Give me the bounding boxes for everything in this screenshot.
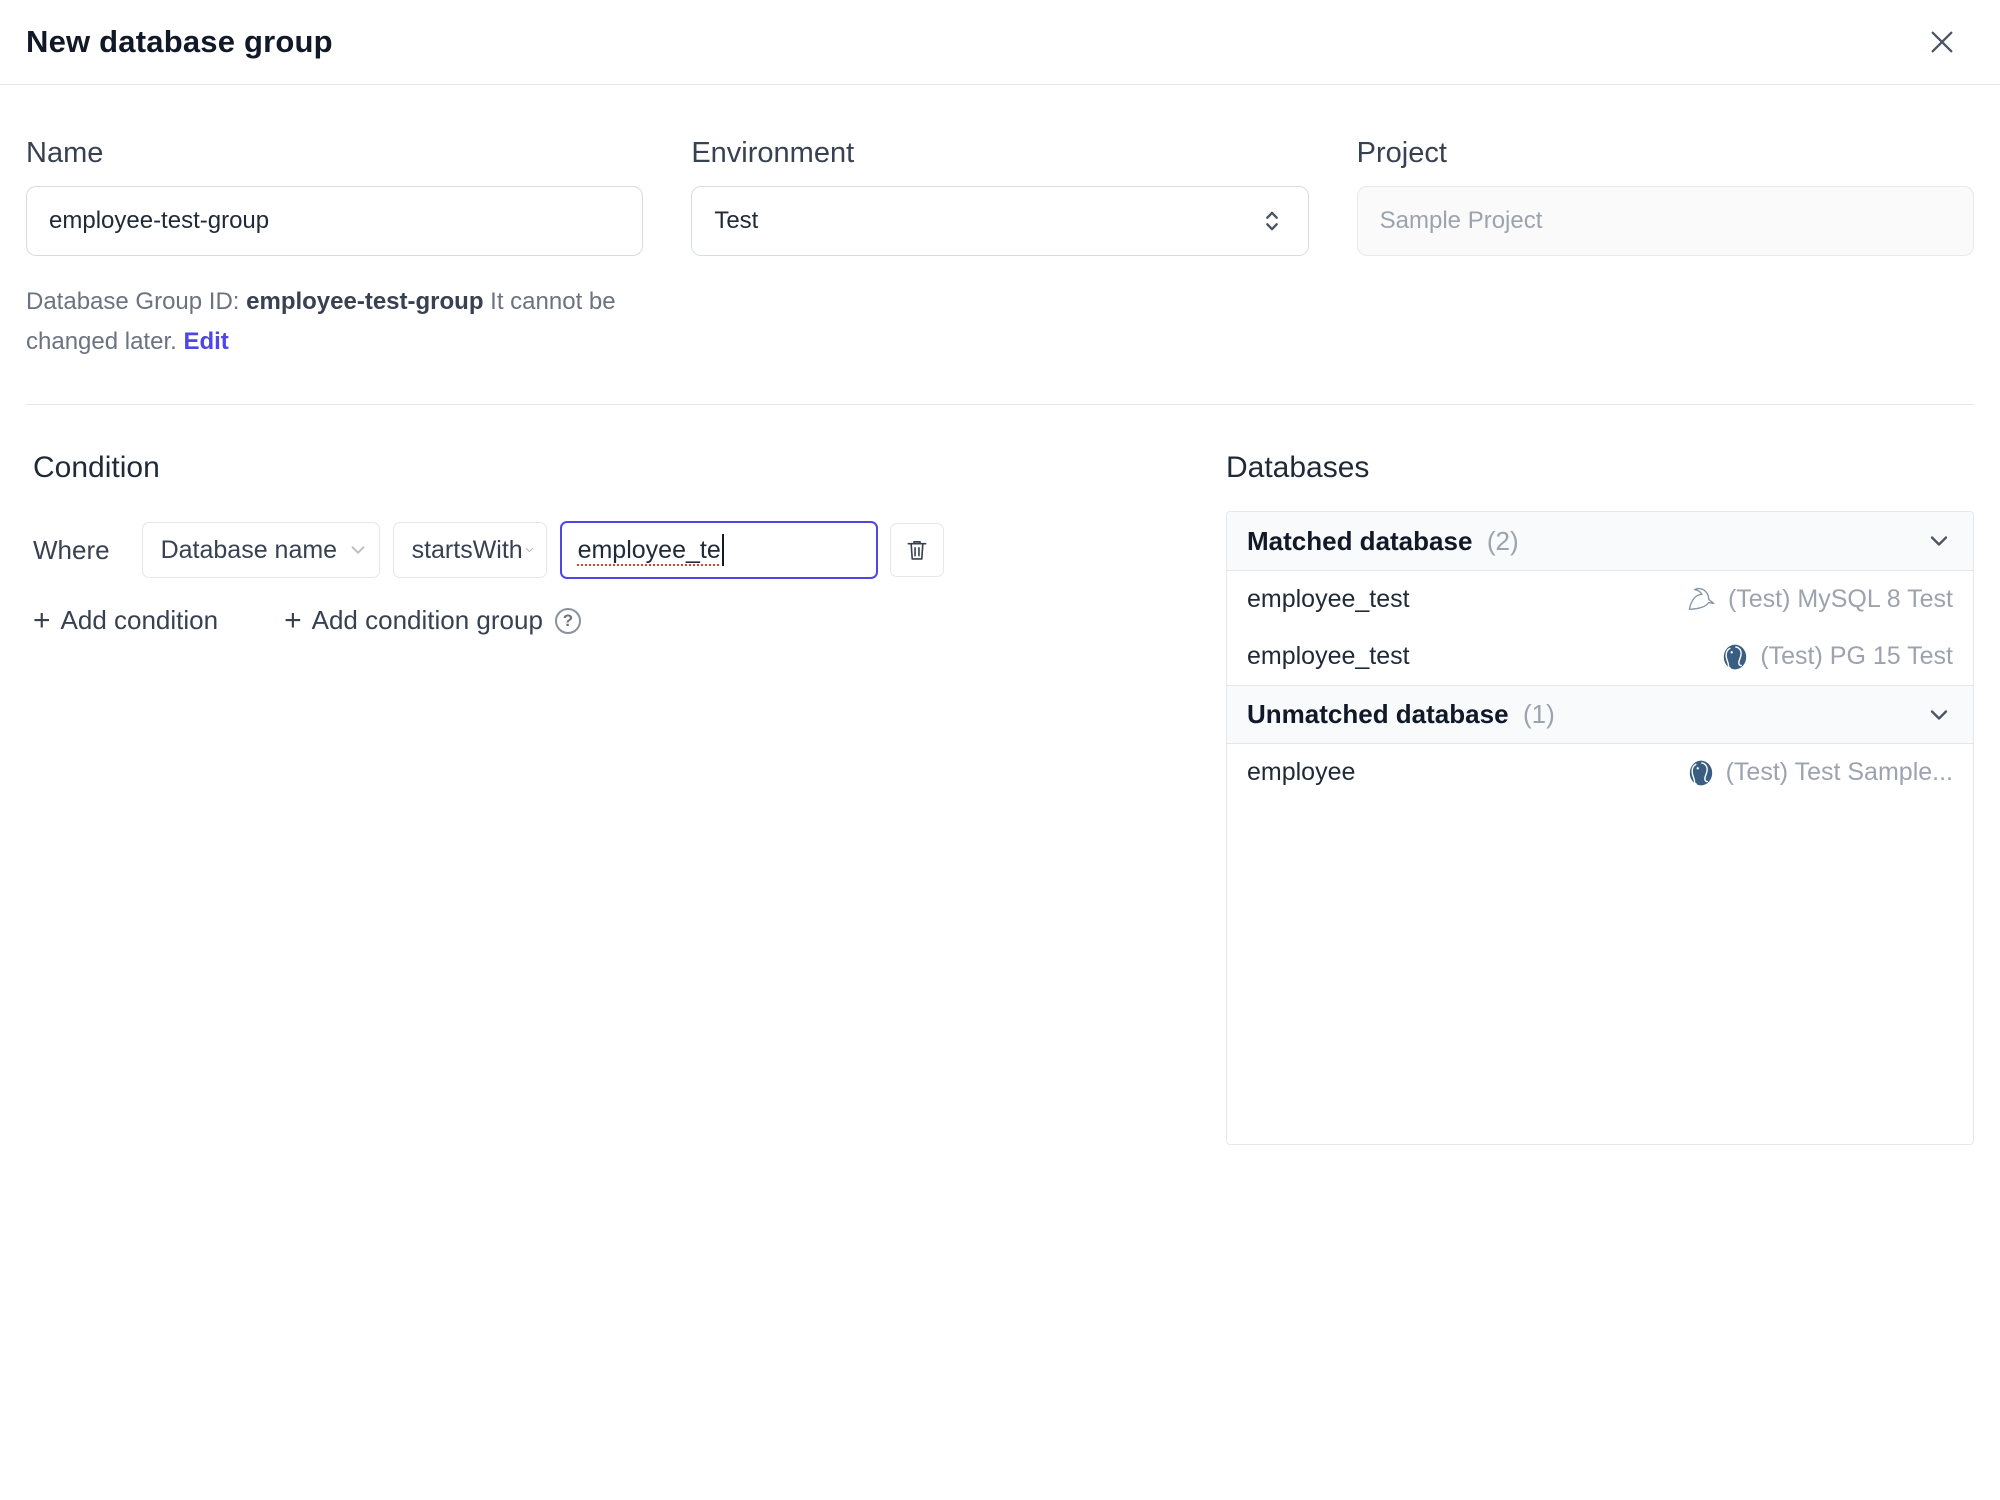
close-icon bbox=[1931, 31, 1953, 53]
group-id-prefix: Database Group ID: bbox=[26, 288, 240, 315]
condition-value-text: employee_te bbox=[577, 535, 721, 564]
chevron-down-icon bbox=[1930, 536, 1948, 546]
project-label: Project bbox=[1356, 137, 1447, 169]
delete-condition-button[interactable] bbox=[889, 523, 944, 577]
postgres-icon bbox=[1724, 644, 1747, 669]
add-condition-button[interactable]: + Add condition bbox=[33, 605, 218, 636]
plus-icon: + bbox=[284, 603, 302, 637]
condition-factor-select[interactable]: Database name bbox=[141, 522, 380, 578]
condition-actions: + Add condition + Add condition group ? bbox=[33, 605, 1186, 636]
divider bbox=[26, 404, 1974, 405]
page-title: New database group bbox=[26, 24, 333, 59]
databases-section: Databases Matched database (2) employee_… bbox=[1226, 451, 1974, 1145]
name-input[interactable] bbox=[26, 186, 644, 256]
section-count: (1) bbox=[1522, 699, 1555, 729]
close-button[interactable] bbox=[1920, 20, 1964, 64]
matched-database-title: Matched database (2) bbox=[1247, 526, 1519, 557]
environment-select[interactable]: Test bbox=[691, 186, 1309, 256]
db-instance: (Test) PG 15 Test bbox=[1760, 642, 1953, 670]
db-instance: (Test) Test Sample... bbox=[1725, 758, 1953, 786]
where-label: Where bbox=[33, 534, 110, 565]
trash-icon bbox=[907, 540, 927, 560]
project-input[interactable] bbox=[1356, 186, 1974, 256]
environment-value: Test bbox=[714, 207, 759, 234]
name-label: Name bbox=[26, 137, 104, 169]
help-icon[interactable]: ? bbox=[554, 607, 581, 634]
matched-database-header[interactable]: Matched database (2) bbox=[1227, 512, 1973, 571]
unmatched-database-header[interactable]: Unmatched database (1) bbox=[1227, 685, 1973, 744]
chevron-down-icon bbox=[351, 546, 364, 554]
project-field-group: Project bbox=[1356, 137, 1974, 362]
table-row: employee (Test) Test Sample... bbox=[1227, 744, 1973, 801]
section-title: Unmatched database bbox=[1247, 699, 1509, 729]
group-id-helper: Database Group ID: employee-test-group I… bbox=[26, 282, 643, 362]
unmatched-database-title: Unmatched database (1) bbox=[1247, 699, 1555, 730]
text-caret bbox=[721, 534, 724, 566]
condition-operator-select[interactable]: startsWith bbox=[392, 522, 547, 578]
add-condition-label: Add condition bbox=[60, 605, 219, 635]
databases-panel: Matched database (2) employee_test (Test… bbox=[1226, 511, 1974, 1145]
edit-link[interactable]: Edit bbox=[183, 328, 228, 355]
condition-value-input[interactable]: employee_te bbox=[559, 521, 878, 579]
db-meta: (Test) Test Sample... bbox=[1687, 758, 1953, 787]
add-condition-group-button[interactable]: + Add condition group ? bbox=[284, 605, 581, 636]
chevron-down-icon bbox=[1930, 709, 1948, 720]
condition-operator-value: startsWith bbox=[411, 535, 523, 564]
section-count: (2) bbox=[1486, 525, 1519, 556]
condition-factor-value: Database name bbox=[160, 535, 338, 564]
select-updown-icon bbox=[1265, 211, 1278, 231]
chevron-down-icon bbox=[525, 547, 533, 553]
condition-section: Condition Where Database name startsWith… bbox=[33, 451, 1226, 636]
dialog-header: New database group bbox=[0, 0, 2000, 85]
db-name: employee_test bbox=[1247, 642, 1410, 670]
db-meta: (Test) MySQL 8 Test bbox=[1687, 585, 1953, 614]
table-row: employee_test (Test) PG 15 Test bbox=[1227, 628, 1973, 685]
name-field-group: Name Database Group ID: employee-test-gr… bbox=[26, 137, 644, 362]
environment-label: Environment bbox=[691, 137, 855, 169]
mysql-icon bbox=[1688, 587, 1715, 610]
group-id-value: employee-test-group bbox=[246, 288, 484, 315]
postgres-icon bbox=[1689, 760, 1712, 785]
db-name: employee_test bbox=[1247, 585, 1410, 613]
environment-field-group: Environment Test bbox=[691, 137, 1309, 362]
db-name: employee bbox=[1247, 758, 1356, 786]
db-meta: (Test) PG 15 Test bbox=[1721, 642, 1953, 671]
db-instance: (Test) MySQL 8 Test bbox=[1727, 585, 1953, 613]
condition-row: Where Database name startsWith employee_… bbox=[33, 521, 1186, 579]
add-condition-group-label: Add condition group bbox=[311, 605, 543, 635]
section-title: Matched database bbox=[1247, 525, 1473, 556]
table-row: employee_test (Test) MySQL 8 Test bbox=[1227, 571, 1973, 628]
databases-heading: Databases bbox=[1226, 451, 1370, 484]
form-grid: Name Database Group ID: employee-test-gr… bbox=[26, 137, 1974, 362]
condition-heading: Condition bbox=[33, 451, 160, 484]
plus-icon: + bbox=[33, 603, 51, 637]
